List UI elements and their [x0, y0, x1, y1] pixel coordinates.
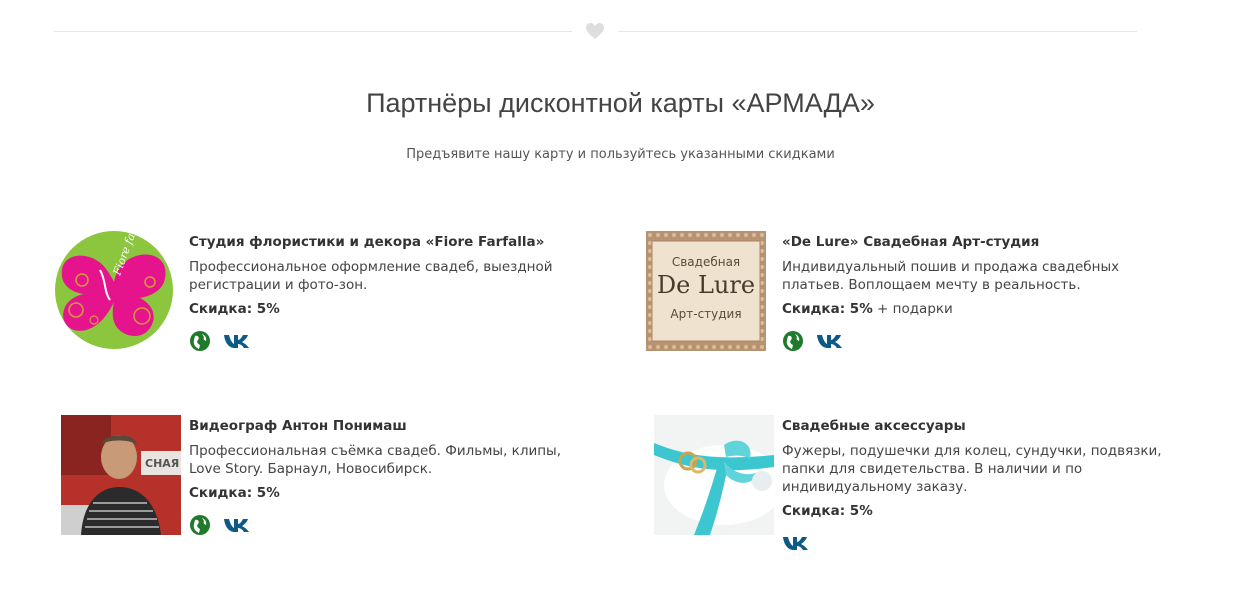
globe-icon[interactable] — [189, 330, 211, 352]
page-title: Партнёры дисконтной карты «АРМАДА» — [366, 88, 875, 118]
partner-description: Фужеры, подушечки для колец, сундучки, п… — [782, 443, 1162, 495]
partner-links — [189, 330, 569, 352]
partner-discount: Скидка: 5% + подарки — [782, 301, 953, 317]
heart-icon — [586, 23, 604, 39]
vk-icon[interactable] — [816, 333, 844, 349]
partner-name: Видеограф Антон Понимаш — [189, 418, 407, 434]
partner-discount: Скидка: 5% — [189, 485, 280, 501]
page-subtitle: Предъявите нашу карту и пользуйтесь указ… — [406, 147, 835, 162]
header-divider-right — [618, 31, 1137, 32]
partner-name: «De Lure» Свадебная Арт-студия — [782, 234, 1040, 250]
vk-icon[interactable] — [223, 517, 251, 533]
partner-logo: Свадебная De Lure Арт-студия — [646, 231, 766, 351]
logo-bottom-text: Арт-студия — [670, 307, 742, 321]
globe-icon[interactable] — [782, 330, 804, 352]
partner-name: Студия флористики и декора «Fiore Farfal… — [189, 234, 545, 250]
partner-links — [782, 330, 1182, 352]
partner-name: Свадебные аксессуары — [782, 418, 966, 434]
partner-photo: СНАЯ — [61, 415, 181, 535]
vk-icon[interactable] — [782, 535, 810, 551]
header-divider-left — [54, 31, 572, 32]
logo-main-text: De Lure — [656, 271, 756, 299]
partner-photo — [654, 415, 774, 535]
partner-description: Индивидуальный пошив и продажа свадебных… — [782, 259, 1120, 293]
partner-discount: Скидка: 5% — [189, 301, 280, 317]
partner-links — [782, 532, 1192, 554]
partner-discount: Скидка: 5% — [782, 503, 873, 519]
photo-background-text: СНАЯ — [145, 457, 180, 470]
partner-logo: Fiore farfalla — [54, 230, 174, 350]
vk-icon[interactable] — [223, 333, 251, 349]
partner-description: Профессиональное оформление свадеб, выез… — [189, 259, 553, 293]
globe-icon[interactable] — [189, 514, 211, 536]
logo-top-text: Свадебная — [671, 255, 741, 269]
partner-description: Профессиональная съёмка свадеб. Фильмы, … — [189, 443, 562, 477]
partner-links — [189, 514, 589, 536]
